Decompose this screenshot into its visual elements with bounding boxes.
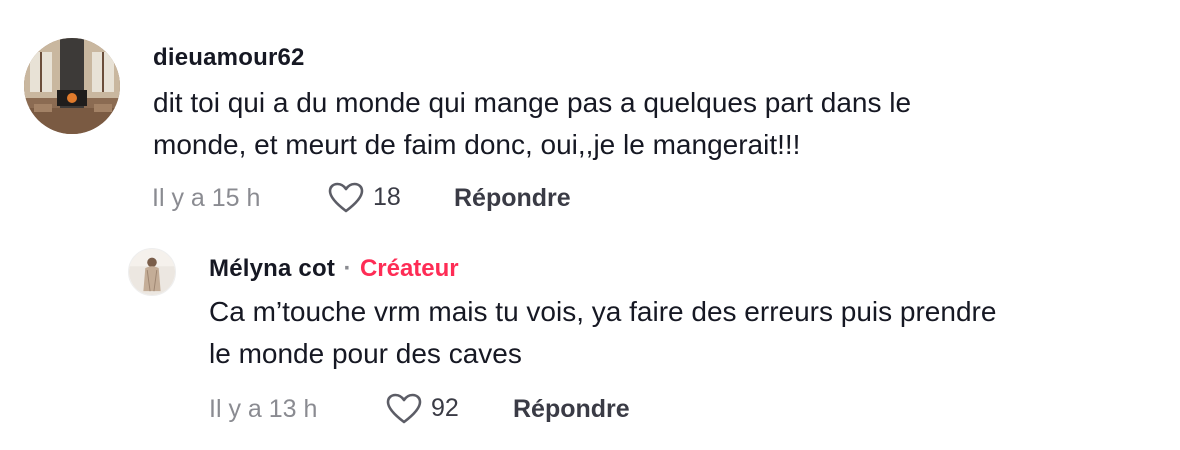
reply-text-line-1: Ca m’touche vrm mais tu vois, ya faire d…	[209, 296, 997, 327]
reply-header: Mélyna cot · Créateur	[209, 255, 459, 283]
heart-outline-icon	[328, 182, 364, 213]
reply-text-line-2: le monde pour des caves	[209, 338, 522, 369]
comment-text-line-1: dit toi qui a du monde qui mange pas a q…	[153, 87, 912, 118]
comment-text-line-2: monde, et meurt de faim donc, oui,,je le…	[153, 129, 801, 160]
creator-username[interactable]: Mélyna cot	[209, 255, 335, 282]
comment-reply-button[interactable]: Répondre	[454, 184, 571, 213]
creator-badge: Créateur	[359, 255, 459, 282]
comment-like-button[interactable]	[328, 182, 364, 214]
reply-like-button[interactable]	[386, 393, 422, 425]
comment-timestamp: Il y a 15 h	[152, 184, 261, 212]
cabin-fireplace-avatar-icon	[24, 38, 120, 134]
commenter-username[interactable]: dieuamour62	[153, 44, 305, 72]
reply-reply-button[interactable]: Répondre	[513, 395, 630, 424]
comment-like-count: 18	[373, 183, 401, 211]
reply-like-count: 92	[431, 394, 459, 422]
heart-outline-icon	[386, 393, 422, 424]
separator-dot: ·	[343, 255, 352, 282]
person-photo-avatar-icon	[129, 249, 175, 295]
creator-avatar[interactable]	[128, 248, 176, 296]
commenter-avatar[interactable]	[24, 38, 120, 134]
reply-timestamp: Il y a 13 h	[209, 395, 318, 423]
